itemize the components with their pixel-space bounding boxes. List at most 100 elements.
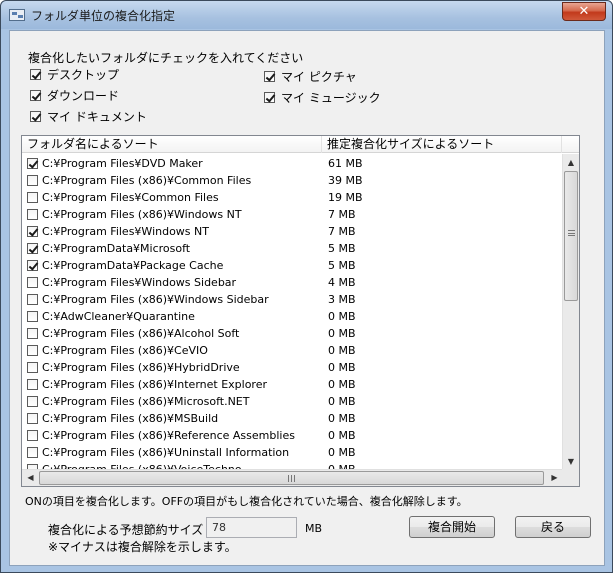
- row-checkbox[interactable]: [27, 294, 38, 305]
- list-item[interactable]: C:¥Program Files (x86)¥CeVIO 0 MB: [22, 342, 563, 359]
- list-item[interactable]: C:¥Program Files¥Windows NT 7 MB: [22, 223, 563, 240]
- list-item[interactable]: C:¥ProgramData¥Package Cache 5 MB: [22, 257, 563, 274]
- row-checkbox[interactable]: [27, 226, 38, 237]
- checkbox[interactable]: [30, 69, 41, 80]
- folder-path: C:¥ProgramData¥Package Cache: [42, 259, 224, 272]
- window-title: フォルダ単位の複合化指定: [31, 9, 176, 23]
- row-checkbox[interactable]: [27, 328, 38, 339]
- folder-size: 19 MB: [328, 191, 363, 204]
- folder-path: C:¥Program Files (x86)¥Alcohol Soft: [42, 327, 240, 340]
- folder-path: C:¥Program Files (x86)¥Uninstall Informa…: [42, 446, 290, 459]
- list-item[interactable]: C:¥Program Files (x86)¥MSBuild 0 MB: [22, 410, 563, 427]
- row-checkbox[interactable]: [27, 396, 38, 407]
- folder-path: C:¥Program Files (x86)¥Common Files: [42, 174, 252, 187]
- instruction-label: 複合化したいフォルダにチェックを入れてください: [28, 51, 304, 65]
- folder-size: 4 MB: [328, 276, 356, 289]
- folder-path: C:¥Program Files¥DVD Maker: [42, 157, 203, 170]
- folder-size: 0 MB: [328, 429, 356, 442]
- estimate-size-field: 78: [206, 517, 297, 538]
- close-button[interactable]: ✕: [562, 2, 606, 21]
- list-item[interactable]: C:¥Program Files (x86)¥Internet Explorer…: [22, 376, 563, 393]
- folder-size: 5 MB: [328, 259, 356, 272]
- row-checkbox[interactable]: [27, 362, 38, 373]
- dialog-window: フォルダ単位の複合化指定 ✕ 複合化したいフォルダにチェックを入れてください デ…: [0, 0, 613, 573]
- list-item[interactable]: C:¥Program Files (x86)¥Common Files 39 MB: [22, 172, 563, 189]
- row-checkbox[interactable]: [27, 209, 38, 220]
- list-item[interactable]: C:¥Program Files (x86)¥Uninstall Informa…: [22, 444, 563, 461]
- folder-path: C:¥Program Files (x86)¥HybridDrive: [42, 361, 240, 374]
- row-checkbox[interactable]: [27, 243, 38, 254]
- horizontal-scroll-thumb[interactable]: [39, 471, 544, 485]
- folder-size: 61 MB: [328, 157, 363, 170]
- row-checkbox[interactable]: [27, 413, 38, 424]
- folder-path: C:¥Program Files¥Common Files: [42, 191, 219, 204]
- title-bar[interactable]: フォルダ単位の複合化指定 ✕: [1, 1, 612, 29]
- folder-size: 7 MB: [328, 225, 356, 238]
- folder-path: C:¥Program Files (x86)¥Microsoft.NET: [42, 395, 250, 408]
- list-item[interactable]: C:¥AdwCleaner¥Quarantine 0 MB: [22, 308, 563, 325]
- start-button[interactable]: 複合開始: [409, 516, 495, 538]
- folder-path: C:¥Program Files¥Windows NT: [42, 225, 209, 238]
- row-checkbox[interactable]: [27, 260, 38, 271]
- folder-size: 0 MB: [328, 310, 356, 323]
- scroll-left-icon[interactable]: ◀: [22, 470, 39, 486]
- row-checkbox[interactable]: [27, 158, 38, 169]
- list-item[interactable]: C:¥Program Files (x86)¥Reference Assembl…: [22, 427, 563, 444]
- estimate-label: 複合化による予想節約サイズ: [48, 523, 204, 537]
- explanation-note: ONの項目を複合化します。OFFの項目がもし複合化されていた場合、複合化解除しま…: [25, 495, 468, 508]
- list-item[interactable]: C:¥Program Files (x86)¥Windows Sidebar 3 …: [22, 291, 563, 308]
- folder-path: C:¥ProgramData¥Microsoft: [42, 242, 191, 255]
- list-item[interactable]: C:¥Program Files¥Windows Sidebar 4 MB: [22, 274, 563, 291]
- back-button[interactable]: 戻る: [515, 516, 591, 538]
- row-checkbox[interactable]: [27, 311, 38, 322]
- folder-size: 0 MB: [328, 378, 356, 391]
- horizontal-scrollbar[interactable]: ◀ ▶: [22, 469, 563, 486]
- folder-path: C:¥Program Files (x86)¥Windows Sidebar: [42, 293, 269, 306]
- list-item[interactable]: C:¥Program Files (x86)¥Microsoft.NET 0 MB: [22, 393, 563, 410]
- row-checkbox[interactable]: [27, 447, 38, 458]
- folder-size: 0 MB: [328, 446, 356, 459]
- list-item[interactable]: C:¥Program Files (x86)¥Windows NT 7 MB: [22, 206, 563, 223]
- list-item[interactable]: C:¥ProgramData¥Microsoft 5 MB: [22, 240, 563, 257]
- scroll-down-icon[interactable]: ▼: [563, 453, 579, 470]
- folder-path: C:¥Program Files (x86)¥MSBuild: [42, 412, 219, 425]
- folder-list[interactable]: フォルダ名によるソート 推定複合化サイズによるソート C:¥Program Fi…: [21, 135, 580, 487]
- list-header: フォルダ名によるソート 推定複合化サイズによるソート: [22, 136, 579, 153]
- minus-note: ※マイナスは複合解除を示します。: [48, 540, 237, 554]
- row-checkbox[interactable]: [27, 379, 38, 390]
- app-icon: [9, 9, 25, 21]
- row-checkbox[interactable]: [27, 175, 38, 186]
- estimate-unit: MB: [305, 522, 323, 535]
- vertical-scrollbar[interactable]: ▲ ▼: [562, 154, 579, 470]
- folder-size: 0 MB: [328, 327, 356, 340]
- folder-size: 7 MB: [328, 208, 356, 221]
- folder-path: C:¥Program Files (x86)¥Internet Explorer: [42, 378, 267, 391]
- row-checkbox[interactable]: [27, 277, 38, 288]
- scroll-up-icon[interactable]: ▲: [563, 154, 579, 171]
- folder-path: C:¥Program Files¥Windows Sidebar: [42, 276, 237, 289]
- vertical-scroll-thumb[interactable]: [564, 171, 578, 301]
- folder-size: 5 MB: [328, 242, 356, 255]
- folder-path: C:¥AdwCleaner¥Quarantine: [42, 310, 195, 323]
- folder-size: 39 MB: [328, 174, 363, 187]
- column-header-name[interactable]: フォルダ名によるソート: [22, 136, 322, 153]
- list-item[interactable]: C:¥Program Files¥Common Files 19 MB: [22, 189, 563, 206]
- scroll-right-icon[interactable]: ▶: [546, 470, 563, 486]
- checkbox[interactable]: [30, 111, 41, 122]
- list-item[interactable]: C:¥Program Files (x86)¥Alcohol Soft 0 MB: [22, 325, 563, 342]
- row-checkbox[interactable]: [27, 430, 38, 441]
- checkbox[interactable]: [264, 92, 275, 103]
- folder-size: 3 MB: [328, 293, 356, 306]
- folder-size: 0 MB: [328, 344, 356, 357]
- folder-path: C:¥Program Files (x86)¥Windows NT: [42, 208, 242, 221]
- checkbox[interactable]: [264, 71, 275, 82]
- row-checkbox[interactable]: [27, 345, 38, 356]
- folder-size: 0 MB: [328, 395, 356, 408]
- column-header-size[interactable]: 推定複合化サイズによるソート: [322, 136, 562, 153]
- list-item[interactable]: C:¥Program Files (x86)¥HybridDrive 0 MB: [22, 359, 563, 376]
- folder-size: 0 MB: [328, 412, 356, 425]
- row-checkbox[interactable]: [27, 192, 38, 203]
- dialog-body: 複合化したいフォルダにチェックを入れてください デスクトップ ダウンロード マイ…: [9, 30, 605, 566]
- list-item[interactable]: C:¥Program Files¥DVD Maker 61 MB: [22, 155, 563, 172]
- checkbox[interactable]: [30, 90, 41, 101]
